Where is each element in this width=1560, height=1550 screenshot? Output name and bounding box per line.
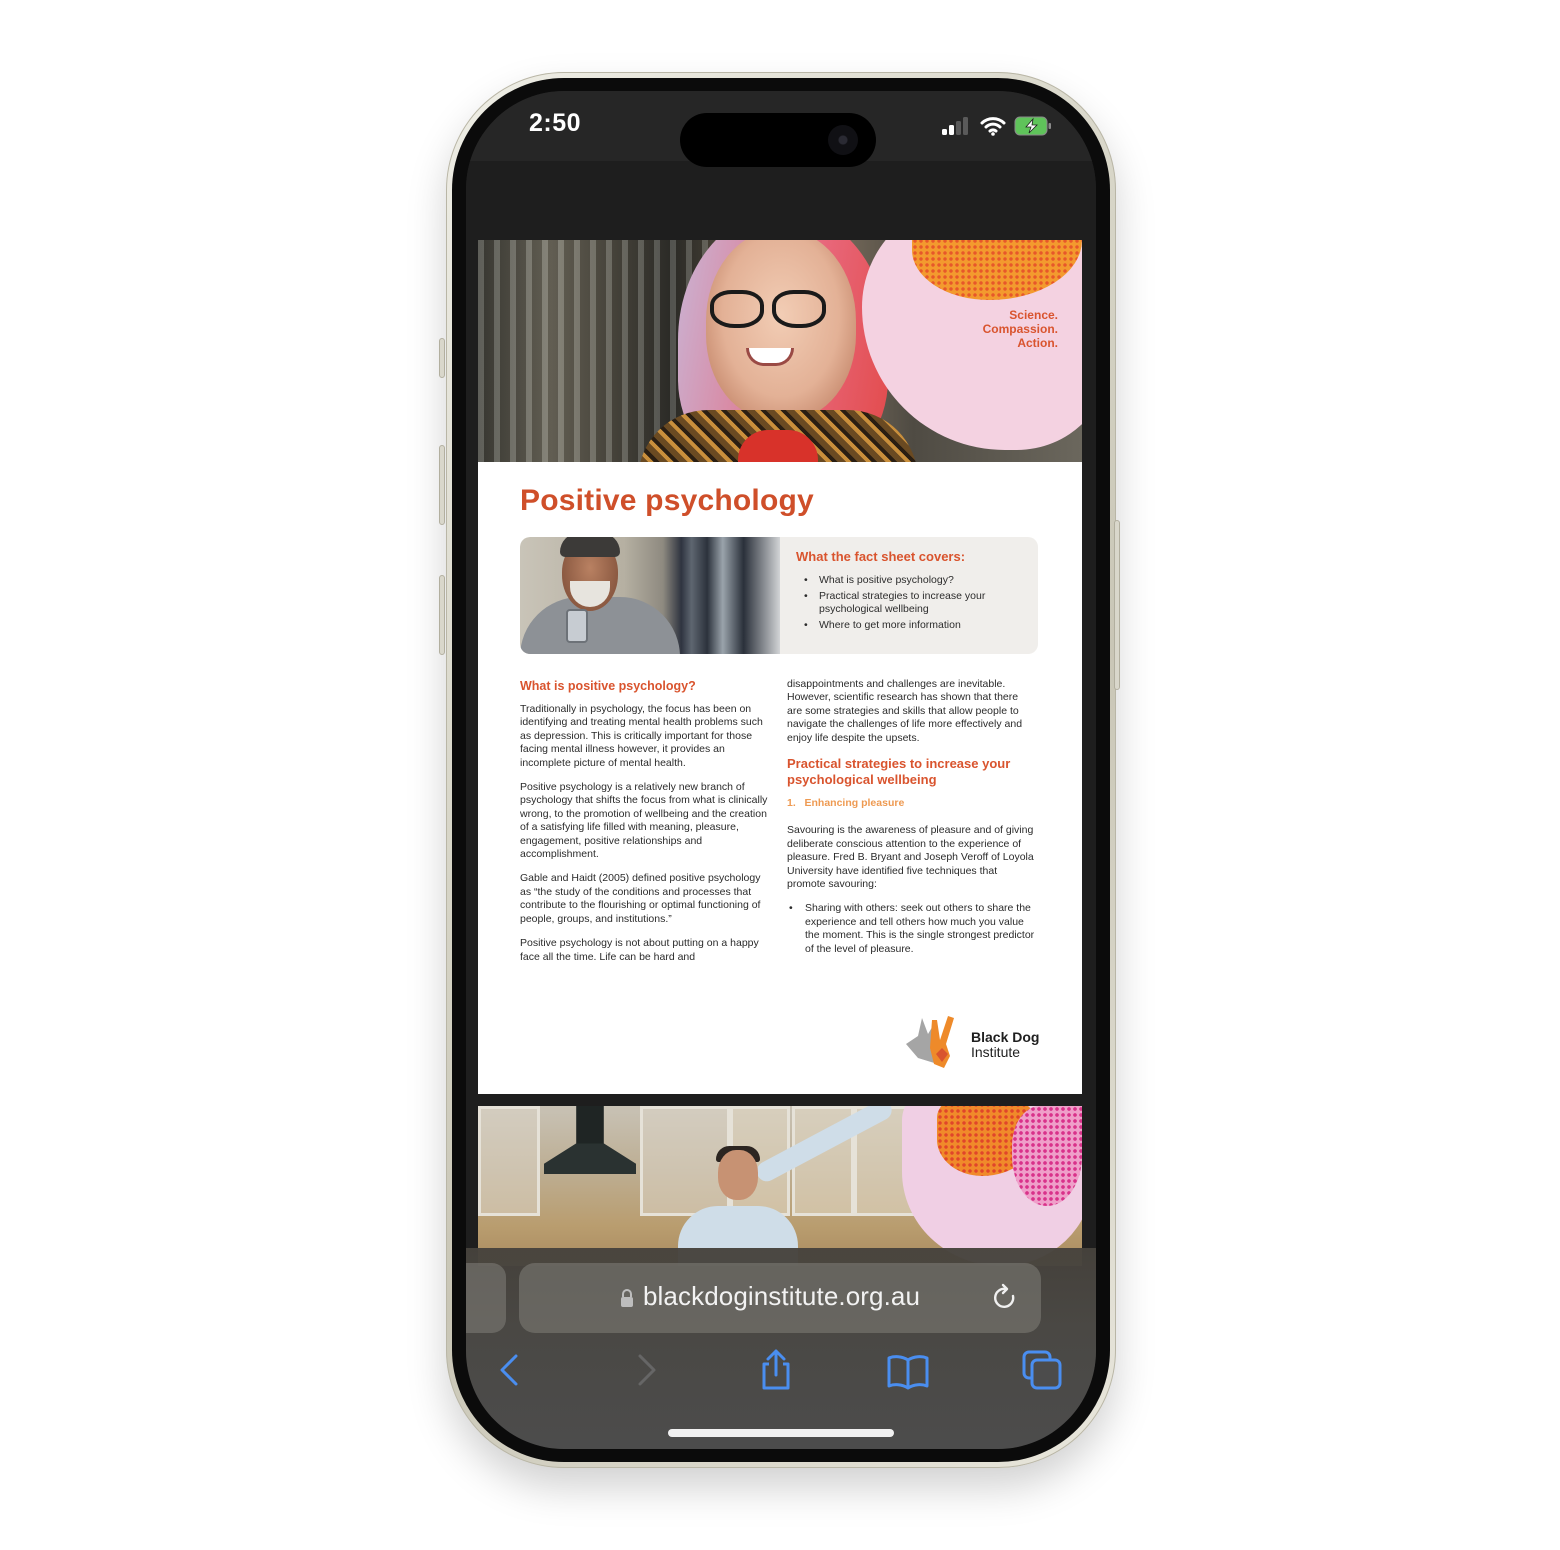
page-title: Positive psychology <box>520 484 814 517</box>
battery-charging-icon <box>1014 116 1051 136</box>
action-button <box>439 338 445 378</box>
pdf-viewer-background <box>466 161 1096 241</box>
hero-person-face <box>706 240 856 420</box>
cover-list-item: What is positive psychology? <box>804 574 1029 587</box>
logo-text: Black Dog Institute <box>971 1030 1039 1060</box>
screen: 2:50 Science. Compassion. Action. Positi… <box>466 91 1096 1449</box>
section-heading-what-is: What is positive psychology? <box>520 679 696 693</box>
bookmarks-icon[interactable] <box>886 1348 930 1392</box>
logo-line-1: Black Dog <box>971 1029 1040 1045</box>
glasses <box>710 290 830 328</box>
status-time: 2:50 <box>529 109 582 137</box>
reload-icon[interactable] <box>991 1283 1021 1313</box>
decorative-magenta-blob <box>1012 1106 1082 1206</box>
cover-list: What is positive psychology? Practical s… <box>804 574 1029 635</box>
paragraph: Traditionally in psychology, the focus h… <box>520 703 763 769</box>
brand-tagline: Science. Compassion. Action. <box>983 308 1058 350</box>
paragraph: Positive psychology is not about putting… <box>520 937 759 963</box>
safari-toolbar: blackdoginstitute.org.au <box>466 1248 1096 1449</box>
logo-line-2: Institute <box>971 1044 1021 1060</box>
power-button <box>1114 520 1120 690</box>
volume-down-button <box>439 575 445 655</box>
hero-photo: Science. Compassion. Action. <box>478 240 1082 462</box>
paragraph: Savouring is the awareness of pleasure a… <box>787 824 1034 891</box>
tagline-action: Action. <box>1017 336 1058 350</box>
back-icon[interactable] <box>488 1348 532 1392</box>
left-column: What is positive psychology? Traditional… <box>520 678 768 975</box>
navigation-row <box>466 1348 1096 1398</box>
wifi-icon <box>980 117 1006 136</box>
paragraph: Gable and Haidt (2005) defined positive … <box>520 872 761 925</box>
cover-card-title: What the fact sheet covers: <box>796 549 966 564</box>
cover-list-item: Where to get more information <box>804 619 1029 632</box>
previous-tab-preview[interactable] <box>466 1263 506 1333</box>
paragraph: Positive psychology is a relatively new … <box>520 781 768 861</box>
document-page-2[interactable] <box>478 1106 1082 1266</box>
range-hood <box>544 1106 636 1174</box>
section-heading-practical-strategies: Practical strategies to increase your ps… <box>787 756 1011 788</box>
black-dog-institute-logo: Black Dog Institute <box>904 1014 1044 1070</box>
bullet-item: Sharing with others: seek out others to … <box>787 902 1035 956</box>
lock-icon <box>621 1289 633 1307</box>
cover-list-item: Practical strategies to increase your ps… <box>804 590 1029 616</box>
dynamic-island <box>680 113 876 167</box>
tabs-icon[interactable] <box>1020 1348 1064 1392</box>
fact-sheet-covers-card: What the fact sheet covers: What is posi… <box>520 537 1038 654</box>
home-indicator[interactable] <box>668 1429 894 1437</box>
cellular-signal-icon <box>942 117 972 135</box>
forward-icon[interactable] <box>624 1348 668 1392</box>
hand-dog-shadow-icon <box>906 1016 954 1068</box>
tagline-compassion: Compassion. <box>982 322 1058 336</box>
volume-up-button <box>439 445 445 525</box>
subheading-enhancing-pleasure: 1. Enhancing pleasure <box>787 797 905 810</box>
camera-icon <box>828 125 858 155</box>
tagline-science: Science. <box>1009 308 1058 322</box>
url-text[interactable]: blackdoginstitute.org.au <box>643 1281 920 1312</box>
address-bar[interactable]: blackdoginstitute.org.au <box>519 1263 1041 1333</box>
man-with-phone-photo <box>520 537 780 654</box>
paragraph: disappointments and challenges are inevi… <box>787 678 1023 744</box>
share-icon[interactable] <box>754 1348 798 1392</box>
right-column: disappointments and challenges are inevi… <box>787 678 1035 956</box>
document-page-1[interactable]: Science. Compassion. Action. Positive ps… <box>478 240 1082 1094</box>
bullet-list: Sharing with others: seek out others to … <box>787 902 1035 956</box>
